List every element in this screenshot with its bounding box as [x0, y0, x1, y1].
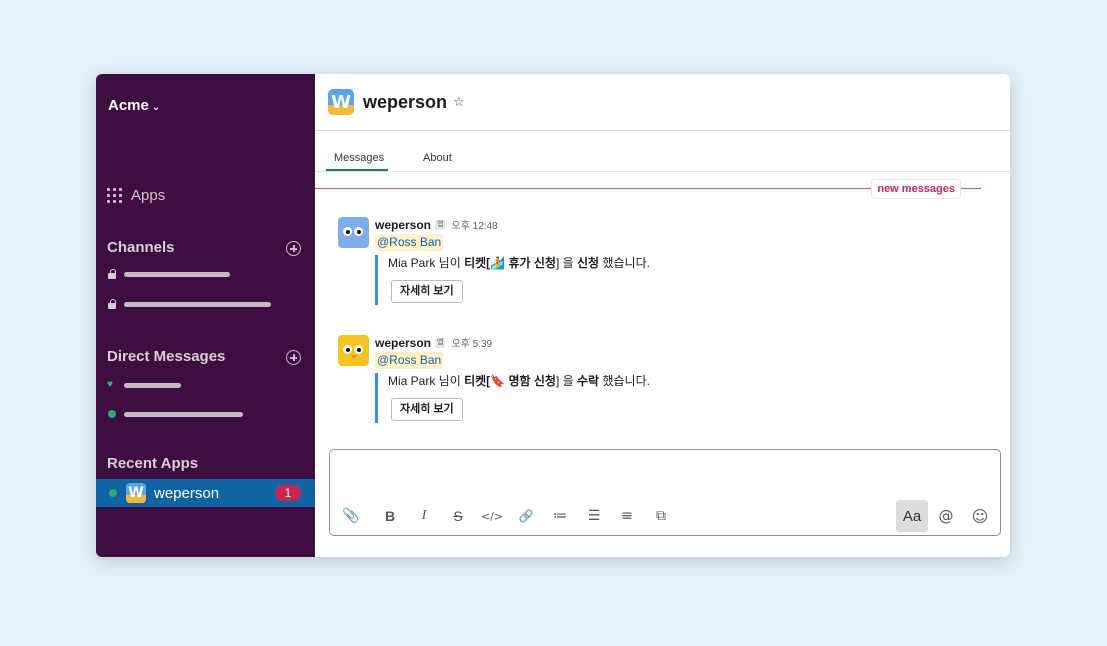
workspace-name: Acme: [108, 97, 149, 114]
view-details-button[interactable]: 자세히 보기: [391, 280, 463, 303]
bookmark-emoji-icon: 🔖: [490, 374, 506, 388]
divider: [315, 130, 1010, 131]
user-mention[interactable]: @Ross Ban: [375, 234, 444, 251]
sidebar: Acme ⌄ Apps Channels Direct Messages ♥ Re…: [96, 74, 315, 557]
message-timestamp[interactable]: 오후 12:48: [451, 217, 497, 232]
heart-icon: ♥: [107, 379, 113, 390]
app-tag: 앱: [435, 219, 446, 230]
tab-about[interactable]: About: [423, 152, 452, 164]
message-header: weperson 앱 오후 12:48: [375, 217, 498, 233]
online-status-icon: [109, 489, 117, 497]
apps-label: Apps: [131, 187, 166, 204]
recent-apps-section-title: Recent Apps: [107, 455, 199, 472]
message-input[interactable]: [340, 456, 990, 488]
sidebar-item-weperson[interactable]: W weperson 1: [96, 479, 315, 507]
surfer-emoji-icon: 🏄: [490, 256, 506, 270]
message-composer: 📎 B I S </> 🔗 ≔ ☰ ≡ ⧉ Aa @ ☺: [329, 449, 1001, 536]
star-icon[interactable]: ☆: [453, 94, 465, 110]
blockquote-icon[interactable]: ≡: [614, 503, 640, 529]
app-tag: 앱: [435, 337, 446, 348]
bold-icon[interactable]: B: [377, 503, 403, 529]
message-text: Mia Park 님이 티켓[🔖 명함 신청] 을 수락 했습니다.: [388, 374, 650, 388]
lock-icon: [107, 269, 117, 279]
message-timestamp[interactable]: 오후 5:39: [451, 335, 492, 350]
dm-name-placeholder: [124, 382, 181, 388]
channel-header: W weperson ☆: [328, 89, 465, 115]
message-header: weperson 앱 오후 5:39: [375, 335, 492, 351]
attach-icon[interactable]: 📎: [338, 503, 364, 529]
tab-messages[interactable]: Messages: [334, 152, 384, 164]
italic-icon[interactable]: I: [411, 503, 437, 529]
channel-name-placeholder: [124, 301, 271, 307]
user-mention[interactable]: @Ross Ban: [375, 352, 444, 369]
eye-icon: [354, 227, 363, 236]
chevron-down-icon: ⌄: [151, 102, 161, 113]
sidebar-item-apps[interactable]: Apps: [107, 187, 165, 204]
sender-name[interactable]: weperson: [375, 218, 431, 232]
format-toggle-button[interactable]: Aa: [896, 500, 928, 532]
link-icon[interactable]: 🔗: [513, 503, 539, 529]
weperson-logo-icon: W: [328, 89, 354, 115]
app-window: Acme ⌄ Apps Channels Direct Messages ♥ Re…: [96, 74, 1010, 557]
formatting-toolbar: 📎 B I S </> 🔗 ≔ ☰ ≡ ⧉ Aa @ ☺: [330, 497, 1000, 535]
message-text: Mia Park 님이 티켓[🏄 휴가 신청] 을 신청 했습니다.: [388, 256, 650, 270]
add-channel-plus-icon[interactable]: [286, 241, 301, 256]
emoji-icon[interactable]: ☺: [967, 503, 993, 529]
code-block-icon[interactable]: ⧉: [648, 503, 674, 529]
unread-badge: 1: [275, 485, 301, 501]
new-messages-label: new messages: [871, 179, 961, 199]
beak-icon: [351, 355, 357, 359]
sidebar-dm-item[interactable]: ♥: [107, 380, 181, 390]
divider: [315, 171, 1010, 172]
workspace-switcher[interactable]: Acme ⌄: [108, 97, 160, 114]
avatar[interactable]: [338, 217, 369, 248]
sidebar-dm-item[interactable]: [107, 410, 243, 418]
channel-view: W weperson ☆ Messages About new messages…: [315, 74, 1010, 557]
channel-name-placeholder: [124, 271, 230, 277]
strikethrough-icon[interactable]: S: [445, 503, 471, 529]
view-details-button[interactable]: 자세히 보기: [391, 398, 463, 421]
sidebar-item-label: weperson: [154, 484, 220, 502]
code-icon[interactable]: </>: [479, 503, 505, 529]
channel-title[interactable]: weperson: [363, 92, 447, 113]
direct-messages-section-title[interactable]: Direct Messages: [107, 348, 225, 365]
weperson-logo-icon: W: [126, 483, 146, 503]
eye-icon: [354, 345, 363, 354]
sidebar-channel-item[interactable]: [107, 269, 230, 279]
apps-grid-icon: [107, 188, 122, 203]
channels-section-title[interactable]: Channels: [107, 239, 175, 256]
sender-name[interactable]: weperson: [375, 336, 431, 350]
bullet-list-icon[interactable]: ☰: [581, 503, 607, 529]
ordered-list-icon[interactable]: ≔: [547, 503, 573, 529]
message-attachment: Mia Park 님이 티켓[🏄 휴가 신청] 을 신청 했습니다. 자세히 보…: [375, 255, 650, 305]
sidebar-channel-item[interactable]: [107, 299, 271, 309]
lock-icon: [107, 299, 117, 309]
eye-icon: [343, 227, 352, 236]
dm-name-placeholder: [124, 411, 243, 417]
online-status-icon: [108, 410, 116, 418]
mention-icon[interactable]: @: [933, 503, 959, 529]
message-attachment: Mia Park 님이 티켓[🔖 명함 신청] 을 수락 했습니다. 자세히 보…: [375, 373, 650, 423]
eye-icon: [343, 345, 352, 354]
avatar[interactable]: [338, 335, 369, 366]
add-dm-plus-icon[interactable]: [286, 350, 301, 365]
